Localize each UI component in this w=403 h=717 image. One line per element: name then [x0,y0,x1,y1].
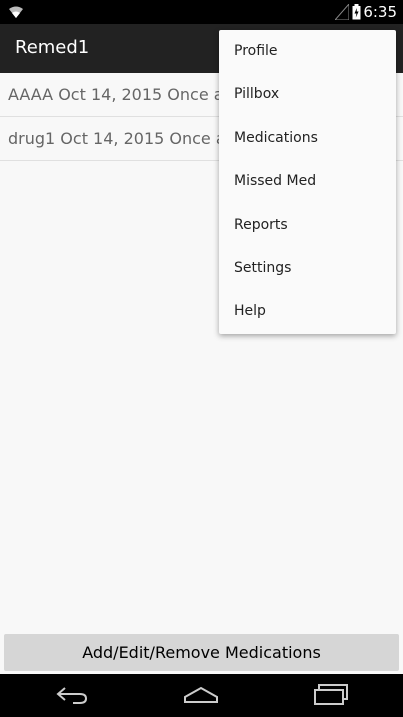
bottom-button-area: Add/Edit/Remove Medications [0,632,403,674]
back-icon[interactable] [55,684,89,710]
recent-apps-icon[interactable] [313,684,349,710]
app-title: Remed1 [15,37,90,58]
menu-item-profile[interactable]: Profile [219,30,396,73]
signal-icon [333,2,350,24]
menu-item-pillbox[interactable]: Pillbox [219,73,396,116]
wifi-icon [8,4,24,23]
clock: 6:35 [363,3,397,21]
home-icon[interactable] [183,684,219,710]
overflow-menu: Profile Pillbox Medications Missed Med R… [219,30,396,334]
status-bar: 6:35 [0,0,403,24]
menu-item-missed-med[interactable]: Missed Med [219,160,396,203]
navigation-bar [0,674,403,717]
battery-icon [352,4,361,24]
menu-item-medications[interactable]: Medications [219,117,396,160]
add-edit-remove-medications-button[interactable]: Add/Edit/Remove Medications [4,634,399,671]
menu-item-help[interactable]: Help [219,290,396,333]
menu-item-settings[interactable]: Settings [219,247,396,290]
menu-item-reports[interactable]: Reports [219,204,396,247]
